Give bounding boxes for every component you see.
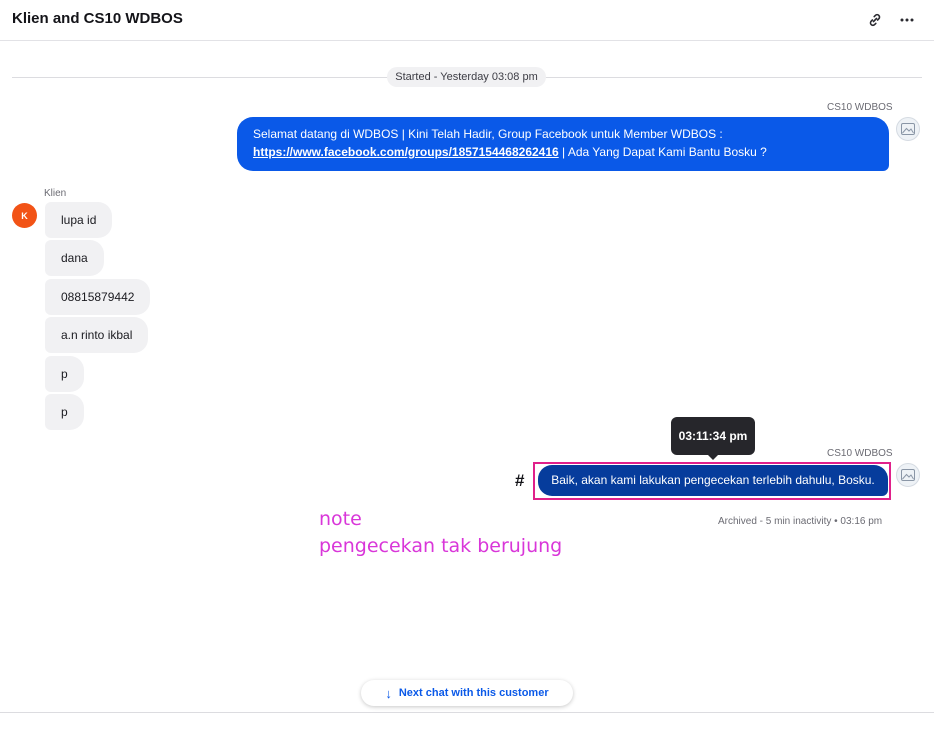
agent-message-text-line1: Selamat datang di WDBOS | Kini Telah Had… (253, 127, 723, 141)
client-message[interactable]: p (45, 356, 84, 392)
tooltip-arrow (707, 454, 719, 460)
agent-message-bubble-selected[interactable]: Baik, akan kami lakukan pengecekan terle… (538, 465, 888, 496)
timestamp-tooltip: 03:11:34 pm (671, 417, 755, 455)
agent-message-text-after: | Ada Yang Dapat Kami Bantu Bosku ? (562, 145, 767, 159)
hash-mark: # (515, 471, 525, 490)
facebook-group-link[interactable]: https://www.facebook.com/groups/18571544… (253, 145, 559, 159)
note-line1: note (319, 508, 362, 530)
client-message[interactable]: lupa id (45, 202, 113, 238)
link-icon[interactable] (863, 8, 887, 32)
client-name-label: Klien (44, 188, 67, 199)
chat-title: Klien and CS10 WDBOS (12, 10, 183, 27)
handwritten-note: note pengecekan tak berujung (319, 506, 562, 560)
client-message[interactable]: 08815879442 (45, 279, 151, 315)
note-line2: pengecekan tak berujung (319, 535, 563, 557)
agent-message-bubble[interactable]: Selamat datang di WDBOS | Kini Telah Had… (237, 117, 889, 171)
next-chat-label: Next chat with this customer (398, 687, 549, 699)
agent-avatar (896, 117, 920, 141)
arrow-down-icon: ↓ (385, 685, 392, 701)
image-placeholder-icon (901, 123, 915, 135)
more-horizontal-icon[interactable] (895, 8, 919, 32)
agent-message-text-line2: https://www.facebook.com/groups/18571544… (253, 143, 873, 161)
next-chat-button[interactable]: ↓ Next chat with this customer (361, 680, 573, 706)
agent-avatar (896, 463, 920, 487)
chat-started-label: Started - Yesterday 03:08 pm (387, 67, 546, 87)
chat-header: Klien and CS10 WDBOS (0, 0, 934, 41)
archived-status: Archived - 5 min inactivity • 03:16 pm (718, 516, 883, 527)
client-message[interactable]: dana (45, 240, 104, 276)
client-avatar: K (12, 203, 37, 228)
image-placeholder-icon (901, 469, 915, 481)
client-message[interactable]: a.n rinto ikbal (45, 317, 149, 353)
client-message[interactable]: p (45, 394, 84, 430)
agent-name-label: CS10 WDBOS (827, 102, 893, 113)
agent-name-label: CS10 WDBOS (827, 448, 893, 459)
composer-divider (0, 712, 934, 713)
